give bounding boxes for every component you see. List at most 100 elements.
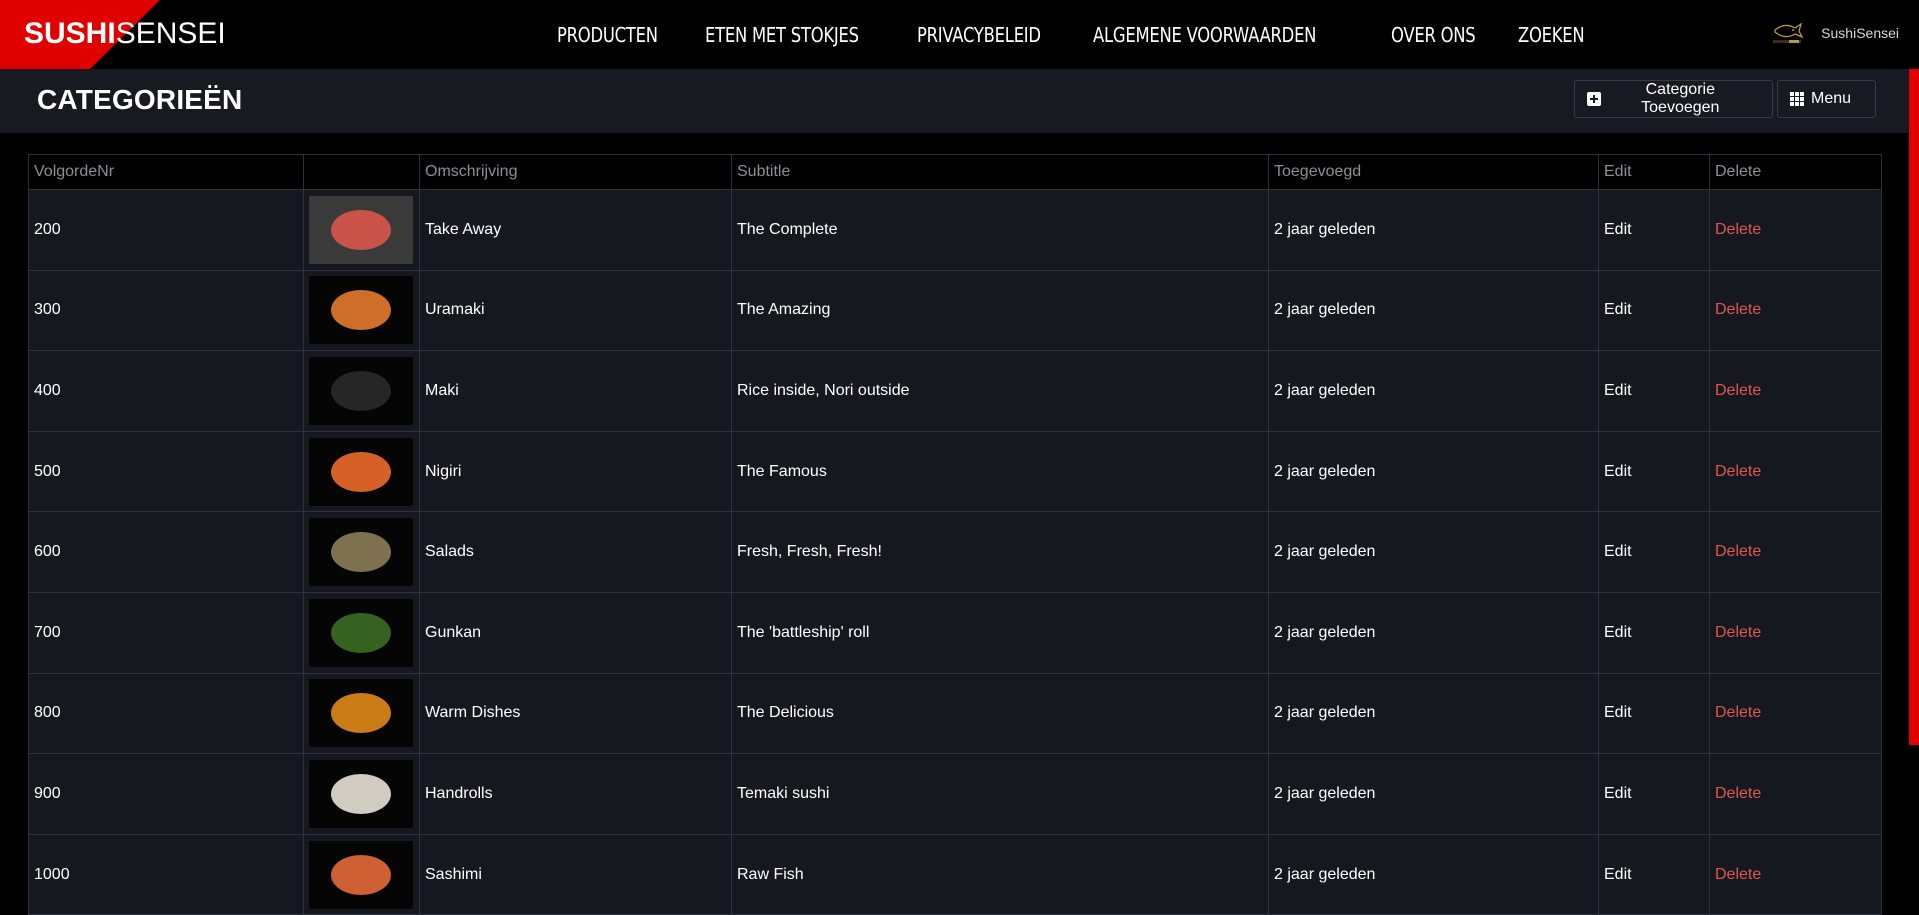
table-header-row: VolgordeNr Omschrijving Subtitle Toegevo… (28, 154, 1882, 190)
food-shape (331, 693, 391, 734)
nigiri-image (309, 437, 413, 506)
delete-link[interactable]: Delete (1715, 543, 1761, 560)
cell-order: 500 (28, 430, 304, 513)
delete-link[interactable]: Delete (1715, 624, 1761, 641)
nav-link-over-ons[interactable]: OVER ONS (1391, 21, 1476, 49)
delete-link[interactable]: Delete (1715, 866, 1761, 883)
cell-edit: Edit (1598, 591, 1710, 674)
nav-item-wrap: ETEN MET STOKJES (705, 21, 917, 49)
cell-added: 2 jaar geleden (1268, 189, 1599, 271)
nav-item-wrap: ALGEMENE VOORWAARDEN (1093, 21, 1390, 49)
food-shape (331, 854, 391, 895)
table-row: 300 Uramaki The Amazing 2 jaar geleden Edit D… (28, 269, 1882, 352)
edit-link[interactable]: Edit (1604, 382, 1632, 399)
cell-image (303, 189, 420, 271)
cell-subtitle: Temaki sushi (731, 753, 1269, 835)
column-header-subtitle[interactable]: Subtitle (731, 154, 1269, 190)
page-header: CATEGORIEËN Categorie Toevoegen Menu (0, 69, 1909, 133)
cell-description: Warm Dishes (419, 672, 732, 755)
cell-edit: Edit (1598, 511, 1710, 593)
cell-delete: Delete (1709, 511, 1882, 593)
cell-subtitle: The 'battleship' roll (731, 591, 1269, 674)
food-shape (331, 532, 391, 573)
cell-subtitle: The Delicious (731, 672, 1269, 755)
edit-link[interactable]: Edit (1604, 463, 1632, 480)
cell-image (303, 269, 420, 352)
delete-link[interactable]: Delete (1715, 221, 1761, 238)
cell-delete: Delete (1709, 350, 1882, 432)
cell-description: Salads (419, 511, 732, 593)
edit-link[interactable]: Edit (1604, 785, 1632, 802)
brand-logo[interactable]: SUSHISENSEI (0, 0, 226, 69)
edit-link[interactable]: Edit (1604, 624, 1632, 641)
cell-order: 900 (28, 753, 304, 835)
table-row: 700 Gunkan The 'battleship' roll 2 jaar gel… (28, 591, 1882, 674)
cell-image (303, 833, 420, 915)
cell-order: 600 (28, 511, 304, 593)
scrollbar-thumb[interactable] (1909, 69, 1919, 745)
gunkan-image (309, 598, 413, 667)
nav-link-algemene-voorwaarden[interactable]: ALGEMENE VOORWAARDEN (1093, 21, 1316, 49)
nav-link-producten[interactable]: PRODUCTEN (557, 21, 658, 49)
warm-dishes-image (309, 679, 413, 748)
cell-image (303, 430, 420, 513)
cell-subtitle: The Famous (731, 430, 1269, 513)
nav-link-zoeken[interactable]: ZOEKEN (1518, 21, 1585, 49)
nav-link-eten-met-stokjes[interactable]: ETEN MET STOKJES (705, 21, 859, 49)
cell-order: 800 (28, 672, 304, 755)
menu-button[interactable]: Menu (1777, 80, 1876, 118)
edit-link[interactable]: Edit (1604, 221, 1632, 238)
cell-order: 1000 (28, 833, 304, 915)
column-header-description[interactable]: Omschrijving (419, 154, 732, 190)
nav-item-wrap: PRODUCTEN (557, 21, 705, 49)
cell-image (303, 591, 420, 674)
edit-link[interactable]: Edit (1604, 543, 1632, 560)
cell-subtitle: Rice inside, Nori outside (731, 350, 1269, 432)
cell-added: 2 jaar geleden (1268, 511, 1599, 593)
delete-link[interactable]: Delete (1715, 301, 1761, 318)
food-shape (331, 451, 391, 492)
user-name[interactable]: SushiSensei (1821, 25, 1899, 41)
delete-link[interactable]: Delete (1715, 785, 1761, 802)
food-shape (331, 612, 391, 653)
uramaki-image (309, 276, 413, 345)
column-header-delete: Delete (1709, 154, 1882, 190)
nav-link-privacybeleid[interactable]: PRIVACYBELEID (917, 21, 1041, 49)
edit-link[interactable]: Edit (1604, 866, 1632, 883)
cell-description: Sashimi (419, 833, 732, 915)
delete-link[interactable]: Delete (1715, 704, 1761, 721)
cell-image (303, 672, 420, 755)
table-body: 200 Take Away The Complete 2 jaar geleden Ed… (28, 189, 1882, 915)
cell-edit: Edit (1598, 189, 1710, 271)
column-header-added[interactable]: Toegevoegd (1268, 154, 1599, 190)
cell-added: 2 jaar geleden (1268, 753, 1599, 835)
add-category-label: Categorie Toevoegen (1641, 81, 1720, 116)
cell-edit: Edit (1598, 350, 1710, 432)
edit-link[interactable]: Edit (1604, 301, 1632, 318)
categories-table-wrap: VolgordeNr Omschrijving Subtitle Toegevo… (28, 154, 1882, 915)
cell-delete: Delete (1709, 591, 1882, 674)
delete-link[interactable]: Delete (1715, 463, 1761, 480)
cell-image (303, 350, 420, 432)
edit-link[interactable]: Edit (1604, 704, 1632, 721)
food-shape (331, 209, 391, 250)
cell-delete: Delete (1709, 753, 1882, 835)
top-navbar: SUSHISENSEI PRODUCTEN ETEN MET STOKJES PRI… (0, 0, 1919, 69)
user-area[interactable]: SushiSensei (1769, 20, 1899, 46)
column-header-order[interactable]: VolgordeNr (28, 154, 304, 190)
cell-edit: Edit (1598, 672, 1710, 755)
table-row: 600 Salads Fresh, Fresh, Fresh! 2 jaar gele… (28, 511, 1882, 593)
table-row: 400 Maki Rice inside, Nori outside 2 jaar g… (28, 350, 1882, 432)
cell-order: 200 (28, 189, 304, 271)
main-nav: PRODUCTEN ETEN MET STOKJES PRIVACYBELEID AL… (557, 21, 1624, 49)
cell-order: 700 (28, 591, 304, 674)
food-shape (331, 370, 391, 411)
add-category-button[interactable]: Categorie Toevoegen (1574, 80, 1773, 118)
cell-order: 300 (28, 269, 304, 352)
delete-link[interactable]: Delete (1715, 382, 1761, 399)
cell-added: 2 jaar geleden (1268, 672, 1599, 755)
food-shape (331, 290, 391, 331)
cell-subtitle: The Complete (731, 189, 1269, 271)
cell-added: 2 jaar geleden (1268, 591, 1599, 674)
nav-item-wrap: OVER ONS (1391, 21, 1519, 49)
